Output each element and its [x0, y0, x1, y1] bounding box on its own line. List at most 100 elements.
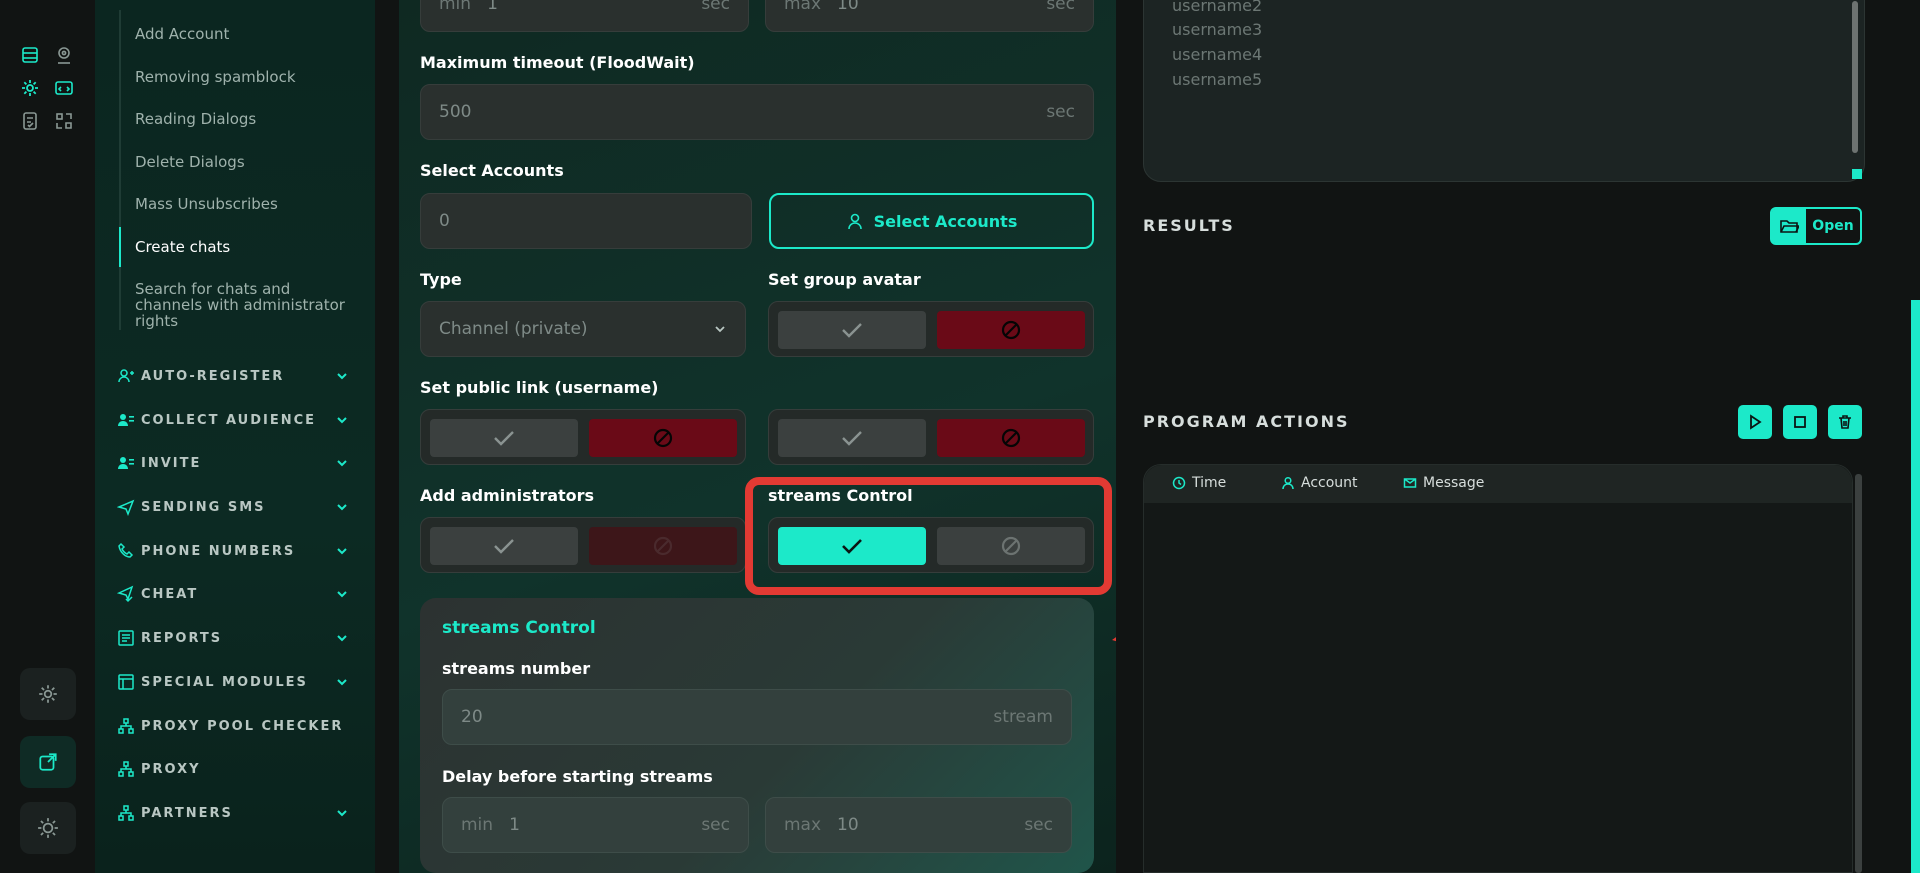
program-actions-title: PROGRAM ACTIONS	[1143, 412, 1350, 431]
select-accounts-button[interactable]: Select Accounts	[769, 193, 1094, 249]
sidebar-subnav: Add Account Removing spamblock Reading D…	[119, 10, 349, 330]
max-timeout-input[interactable]: 500 sec	[420, 84, 1094, 140]
chevron-down-icon	[337, 417, 347, 424]
username-line: username2	[1172, 0, 1263, 15]
column-time[interactable]: Time	[1172, 475, 1226, 491]
user-plus-icon	[117, 367, 135, 385]
nav-reports[interactable]: REPORTS	[117, 628, 349, 648]
chevron-down-icon	[715, 326, 725, 333]
unit-label: sec	[1046, 0, 1075, 14]
column-label: Message	[1423, 475, 1485, 491]
nav-label: AUTO-REGISTER	[141, 368, 285, 384]
public-link-extra-toggle	[768, 409, 1094, 465]
public-link-no-button[interactable]	[589, 419, 737, 457]
public-link-yes-button[interactable]	[430, 419, 578, 457]
delay-streams-label: Delay before starting streams	[442, 767, 713, 786]
sidebar-item-create-chats[interactable]: Create chats	[135, 239, 345, 255]
chevron-down-icon	[337, 810, 347, 817]
app-root: Add Account Removing spamblock Reading D…	[0, 0, 1920, 873]
nav-auto-register[interactable]: AUTO-REGISTER	[117, 366, 349, 386]
log-scrollbar[interactable]	[1855, 474, 1862, 873]
check-icon	[842, 323, 862, 338]
delete-button[interactable]	[1828, 405, 1862, 439]
column-account[interactable]: Account	[1281, 475, 1358, 491]
checklist-icon[interactable]	[19, 110, 41, 132]
delay-max-input[interactable]: max 10 sec	[765, 0, 1094, 32]
nav-cheat[interactable]: CHEAT	[117, 584, 349, 604]
nav-special-modules[interactable]: SPECIAL MODULES	[117, 672, 349, 692]
actions-log-table: Time Account Message	[1143, 464, 1853, 873]
page-scrollbar[interactable]	[1911, 300, 1920, 873]
external-link-icon	[39, 753, 57, 771]
nav-phone-numbers[interactable]: PHONE NUMBERS	[117, 541, 349, 561]
delay-streams-min-input[interactable]: min 1 sec	[442, 797, 749, 853]
sidebar-item-removing-spamblock[interactable]: Removing spamblock	[135, 69, 345, 85]
accounts-count-input[interactable]: 0	[420, 193, 752, 249]
database-icon[interactable]	[19, 44, 41, 66]
column-message[interactable]: Message	[1403, 475, 1484, 491]
delay-min-input[interactable]: min 1 sec	[420, 0, 749, 32]
map-pin-icon[interactable]	[53, 44, 75, 66]
resize-handle[interactable]	[1852, 169, 1862, 179]
code-window-icon[interactable]	[53, 77, 75, 99]
accounts-count-value: 0	[439, 211, 450, 231]
timeout-value: 500	[439, 102, 472, 122]
username-line: username4	[1172, 45, 1263, 64]
nav-sending-sms[interactable]: SENDING SMS	[117, 497, 349, 517]
layout-icon[interactable]	[53, 110, 75, 132]
column-label: Account	[1301, 475, 1358, 491]
folder-open-icon	[1772, 209, 1806, 243]
external-link-button[interactable]	[20, 736, 76, 788]
add-admins-label: Add administrators	[420, 486, 595, 505]
sidebar-item-search-admin-chats[interactable]: Search for chats and channels with admin…	[135, 281, 345, 329]
type-select[interactable]: Channel (private)	[420, 301, 746, 357]
add-admins-yes-button[interactable]	[430, 527, 578, 565]
group-avatar-yes-button[interactable]	[778, 311, 926, 349]
send-check-icon	[117, 585, 135, 603]
nav-proxy-pool-checker[interactable]: PROXY POOL CHECKER	[117, 716, 349, 736]
select-accounts-button-label: Select Accounts	[873, 211, 1018, 231]
unit-label: sec	[1046, 102, 1075, 122]
chevron-down-icon	[337, 504, 347, 511]
streams-number-label: streams number	[442, 659, 591, 678]
theme-toggle-button[interactable]	[20, 802, 76, 854]
sidebar: Add Account Removing spamblock Reading D…	[95, 0, 375, 873]
sidebar-item-reading-dialogs[interactable]: Reading Dialogs	[135, 111, 345, 127]
open-button-label: Open	[1812, 218, 1854, 234]
unit-label: sec	[1024, 815, 1053, 835]
nav-label: SENDING SMS	[141, 499, 266, 515]
usernames-textarea[interactable]: username2 username3 username4 username5	[1143, 0, 1865, 182]
active-indicator	[119, 227, 121, 267]
nav-invite[interactable]: INVITE	[117, 453, 349, 473]
extra-yes-button[interactable]	[778, 419, 926, 457]
sidebar-item-add-account[interactable]: Add Account	[135, 26, 345, 42]
delay-streams-max-input[interactable]: max 10 sec	[765, 797, 1072, 853]
extra-no-button[interactable]	[937, 419, 1085, 457]
streams-number-input[interactable]: 20 stream	[442, 689, 1072, 745]
group-avatar-no-button[interactable]	[937, 311, 1085, 349]
open-results-button[interactable]: Open	[1770, 207, 1862, 245]
forbidden-icon	[653, 428, 673, 448]
chevron-down-icon	[337, 591, 347, 598]
nav-collect-audience[interactable]: COLLECT AUDIENCE	[117, 410, 349, 430]
public-link-label: Set public link (username)	[420, 378, 659, 397]
network-icon	[117, 717, 135, 735]
chevron-down-icon	[337, 373, 347, 380]
nav-partners[interactable]: PARTNERS	[117, 803, 349, 823]
nav-label: PROXY POOL CHECKER	[141, 718, 344, 734]
textarea-scrollbar[interactable]	[1852, 1, 1858, 153]
clock-icon	[1172, 476, 1186, 490]
play-button[interactable]	[1738, 405, 1772, 439]
settings-button[interactable]	[20, 668, 76, 720]
user-icon	[1282, 476, 1294, 490]
add-admins-no-button[interactable]	[589, 527, 737, 565]
max-prefix: max	[784, 815, 822, 835]
gear-icon[interactable]	[19, 77, 41, 99]
sidebar-item-delete-dialogs[interactable]: Delete Dialogs	[135, 154, 345, 170]
stop-button[interactable]	[1783, 405, 1817, 439]
sidebar-item-mass-unsubscribes[interactable]: Mass Unsubscribes	[135, 196, 345, 212]
column-gap	[375, 0, 399, 873]
results-title: RESULTS	[1143, 216, 1235, 235]
unit-label: sec	[701, 815, 730, 835]
nav-proxy[interactable]: PROXY	[117, 759, 349, 779]
